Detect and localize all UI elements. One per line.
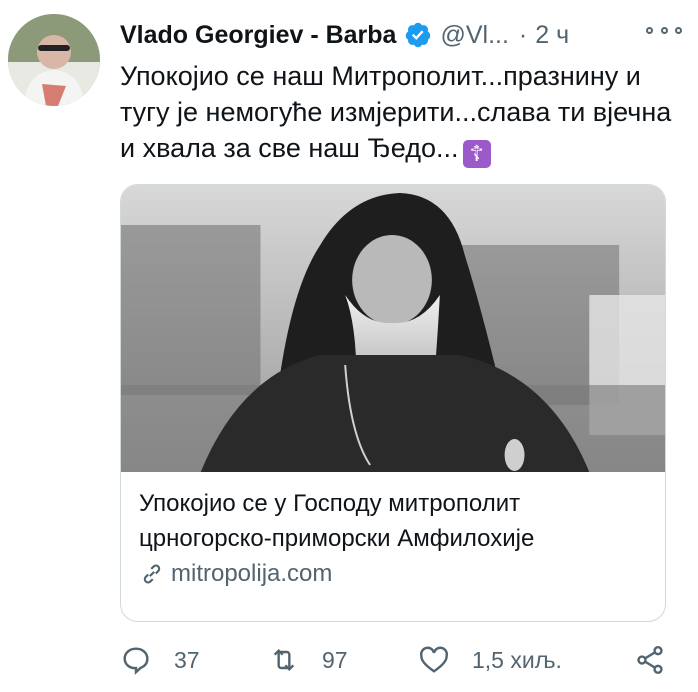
retweet-button[interactable]: 97: [268, 640, 348, 680]
orthodox-cross-emoji-icon: ☦: [462, 140, 491, 168]
reply-count: 37: [174, 646, 200, 673]
more-options-icon[interactable]: [646, 16, 682, 44]
heart-icon: [419, 646, 449, 673]
avatar-image: [8, 14, 100, 106]
reply-icon: [123, 647, 149, 675]
link-preview-card[interactable]: Упокојио се у Господу митрополит црногор…: [120, 184, 666, 622]
author-handle[interactable]: @Vl...: [440, 21, 508, 50]
card-domain: mitropolija.com: [171, 560, 333, 587]
tweet-body: Упокојио се наш Митрополит...празнину и …: [120, 61, 672, 163]
share-icon: [637, 646, 663, 674]
reply-button[interactable]: 37: [120, 640, 200, 680]
more-dot: [660, 26, 668, 34]
link-icon: [143, 564, 161, 584]
share-button[interactable]: [634, 640, 666, 680]
like-button[interactable]: 1,5 хиљ.: [418, 640, 562, 680]
tweet-actions: 37 97 1,5 хиљ.: [120, 640, 680, 680]
tweet-text: Упокојио се наш Митрополит...празнину и …: [120, 58, 680, 168]
tweet-header: Vlado Georgiev - Barba @Vl... · 2 ч: [120, 14, 688, 56]
like-count: 1,5 хиљ.: [472, 646, 562, 673]
more-dot: [646, 26, 653, 34]
author-display-name[interactable]: Vlado Georgiev - Barba: [120, 21, 396, 50]
card-body: Упокојио се у Господу митрополит црногор…: [121, 472, 665, 588]
more-dot: [675, 26, 682, 34]
verified-badge-icon: [406, 22, 431, 48]
card-title: Упокојио се у Господу митрополит црногор…: [139, 490, 535, 552]
tweet-timestamp[interactable]: 2 ч: [535, 21, 569, 50]
card-link-row: mitropolija.com: [139, 560, 647, 588]
retweet-icon: [273, 648, 295, 672]
header-separator: ·: [518, 20, 528, 49]
retweet-count: 97: [322, 646, 348, 673]
author-avatar[interactable]: [8, 14, 100, 106]
card-image: [121, 185, 665, 472]
